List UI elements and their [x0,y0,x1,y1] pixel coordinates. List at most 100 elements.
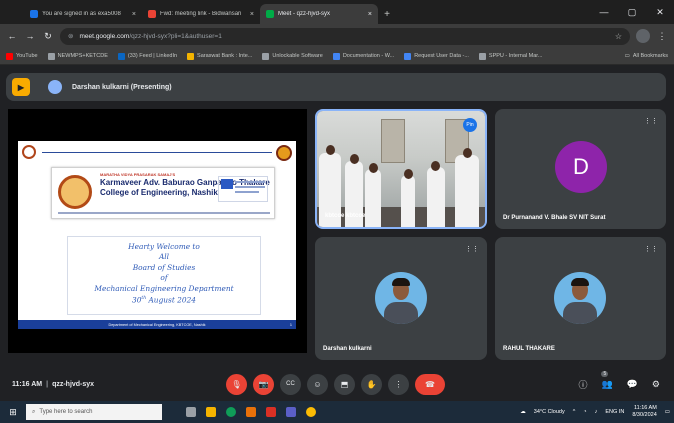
new-tab-button[interactable]: + [378,4,396,24]
tray-overflow-icon[interactable]: ^ [573,409,576,415]
college-society-name: MARATHA VIDYA PRASARAK SAMAJ'S [100,172,176,177]
video-person [365,169,381,227]
participant-tile-darshan[interactable]: ⋮⋮ Darshan kulkarni [315,237,487,360]
bookmark-sppu[interactable]: SPPU - Internal Mar... [478,52,543,60]
welcome-line: Board of Studies [132,262,196,272]
raise-hand-icon[interactable]: ✋ [361,373,382,395]
taskbar-search-box[interactable]: ⌕ Type here to search [26,404,162,420]
slide-footer: Department of Mechanical Engineering, KB… [18,320,296,329]
browser-menu-icon[interactable]: ⋮ [656,30,668,42]
participants-count: 5 [601,370,609,377]
language-indicator[interactable]: ENG IN [605,409,624,415]
bookmark-unlockable[interactable]: Unlockable Software [262,52,323,60]
bookmark-star-icon[interactable]: ☆ [615,32,622,41]
windows-start-icon[interactable]: ⊞ [0,401,26,423]
slide-footer-text: Department of Mechanical Engineering, KB… [108,322,206,327]
camera-off-icon[interactable]: 📷 [253,373,274,395]
activities-icon[interactable]: ⚙ [652,379,660,390]
search-placeholder: Type here to search [39,409,93,415]
bookmark-label: Unlockable Software [272,53,323,59]
bookmark-documentation[interactable]: Documentation - W... [332,52,394,60]
mic-muted-icon: ⋮⋮ [644,246,658,253]
participant-name: Darshan kulkarni [323,346,372,352]
volume-icon[interactable]: ♪ [595,409,598,415]
participant-name: RAHUL THAKARE [503,346,555,352]
video-person-head [369,163,378,173]
teams-icon[interactable] [286,407,296,417]
mic-muted-icon: ⋮⋮ [644,118,658,125]
chrome-icon[interactable] [306,407,316,417]
weather-text[interactable]: 34°C Cloudy [534,409,565,415]
bookmark-page-icon [47,52,55,60]
app-icon[interactable] [246,407,256,417]
video-person [401,175,415,227]
video-person [427,167,445,227]
present-screen-icon[interactable]: ⬒ [334,373,355,395]
tab-title: Fwd: meeting link - Bidwansari [160,11,242,17]
captions-icon[interactable]: CC [280,373,301,395]
tab-close-icon[interactable]: × [368,11,372,18]
more-options-icon[interactable]: ⋮ [388,373,409,395]
bookmark-linkedin[interactable]: (33) Feed | LinkedIn [117,52,177,60]
mic-muted-icon: ⋮⋮ [465,246,479,253]
college-emblem-logo [58,175,92,209]
mail-icon[interactable] [266,407,276,417]
globe-icon [478,52,486,60]
close-window-button[interactable]: ✕ [646,0,674,24]
task-view-icon[interactable] [186,407,196,417]
slide-page-number: 1 [289,322,292,327]
tab-close-icon[interactable]: × [250,11,254,18]
tray-clock[interactable]: 11:16 AM 8/30/2024 [632,405,656,419]
browser-tab-account[interactable]: You are signed in as exa5008 × [24,4,142,24]
participant-tile-rahul[interactable]: ⋮⋮ RAHUL THAKARE [495,237,666,360]
file-explorer-icon[interactable] [206,407,216,417]
reload-icon[interactable]: ↻ [42,30,54,42]
weather-icon[interactable]: ☁ [520,409,526,415]
participant-tile-kbtcoe[interactable]: Pin kbtcoe kbtcoe [315,109,487,229]
forward-arrow-icon[interactable]: → [24,30,36,42]
meeting-time: 11:16 AM [12,380,43,388]
meeting-code: qzz-hjvd-syx [52,380,95,388]
edge-icon[interactable] [226,407,236,417]
video-person-head [463,148,472,158]
bookmark-request-user-data[interactable]: Request User Data -... [404,52,469,60]
video-person-head [350,154,359,164]
welcome-line: of [160,273,168,283]
end-call-icon[interactable]: ☎ [415,373,445,395]
college-name-line-2: College of Engineering, Nashik [100,188,218,197]
profile-avatar[interactable] [636,29,650,43]
participant-tile-purnanand[interactable]: ⋮⋮ D Dr Purnanand V. Bhale SV NIT Surat [495,109,666,229]
college-header-card: MARATHA VIDYA PRASARAK SAMAJ'S Karmaveer… [51,167,275,219]
browser-tab-gmail[interactable]: Fwd: meeting link - Bidwansari × [142,4,260,24]
window-controls: — ▢ ✕ [590,0,674,24]
bookmark-youtube[interactable]: YouTube [6,52,38,60]
presentation-icon: ▶ [12,78,30,96]
people-button[interactable]: 5 👥 [601,370,613,390]
mic-off-icon[interactable]: 🎙 [226,373,247,395]
bookmark-page-icon [262,52,270,60]
avatar-photo-hair [571,278,589,286]
shared-screen[interactable]: MARATHA VIDYA PRASARAK SAMAJ'S Karmaveer… [8,109,307,353]
minimize-button[interactable]: — [590,0,618,24]
pin-badge-icon[interactable]: Pin [463,118,477,132]
site-info-icon[interactable]: ⊚ [68,32,73,40]
maximize-button[interactable]: ▢ [618,0,646,24]
notifications-icon[interactable]: ▭ [665,409,670,415]
tray-time: 11:16 AM [633,405,657,411]
tab-close-icon[interactable]: × [132,11,136,18]
chat-icon[interactable]: 💬 [627,379,638,390]
meeting-details-icon[interactable]: ⓘ [578,378,587,391]
windows-taskbar: ⊞ ⌕ Type here to search ☁ 34°C Cloudy ^ … [0,401,674,423]
meeting-info-separator: | [46,380,49,388]
bookmark-newmps[interactable]: NEWMPS+KETCDE [47,52,108,60]
address-bar[interactable]: ⊚ meet.google.com/qzz-hjvd-syx?pli=1&aut… [60,27,630,45]
url-path: /qzz-hjvd-syx?pli=1&authuser=1 [129,32,222,40]
bookmark-saraswat-bank[interactable]: Saraswat Bank : Inte... [187,52,252,60]
all-bookmarks-button[interactable]: ▭ All Bookmarks [625,53,668,59]
network-icon[interactable]: ◔ [583,409,586,415]
browser-tab-meet[interactable]: Meet - qzz-hjvd-syx × [260,4,378,24]
presenter-name: Darshan kulkarni (Presenting) [72,83,172,91]
back-arrow-icon[interactable]: ← [6,30,18,42]
emoji-icon[interactable]: ☺ [307,373,328,395]
bookmark-label: SPPU - Internal Mar... [488,53,543,59]
